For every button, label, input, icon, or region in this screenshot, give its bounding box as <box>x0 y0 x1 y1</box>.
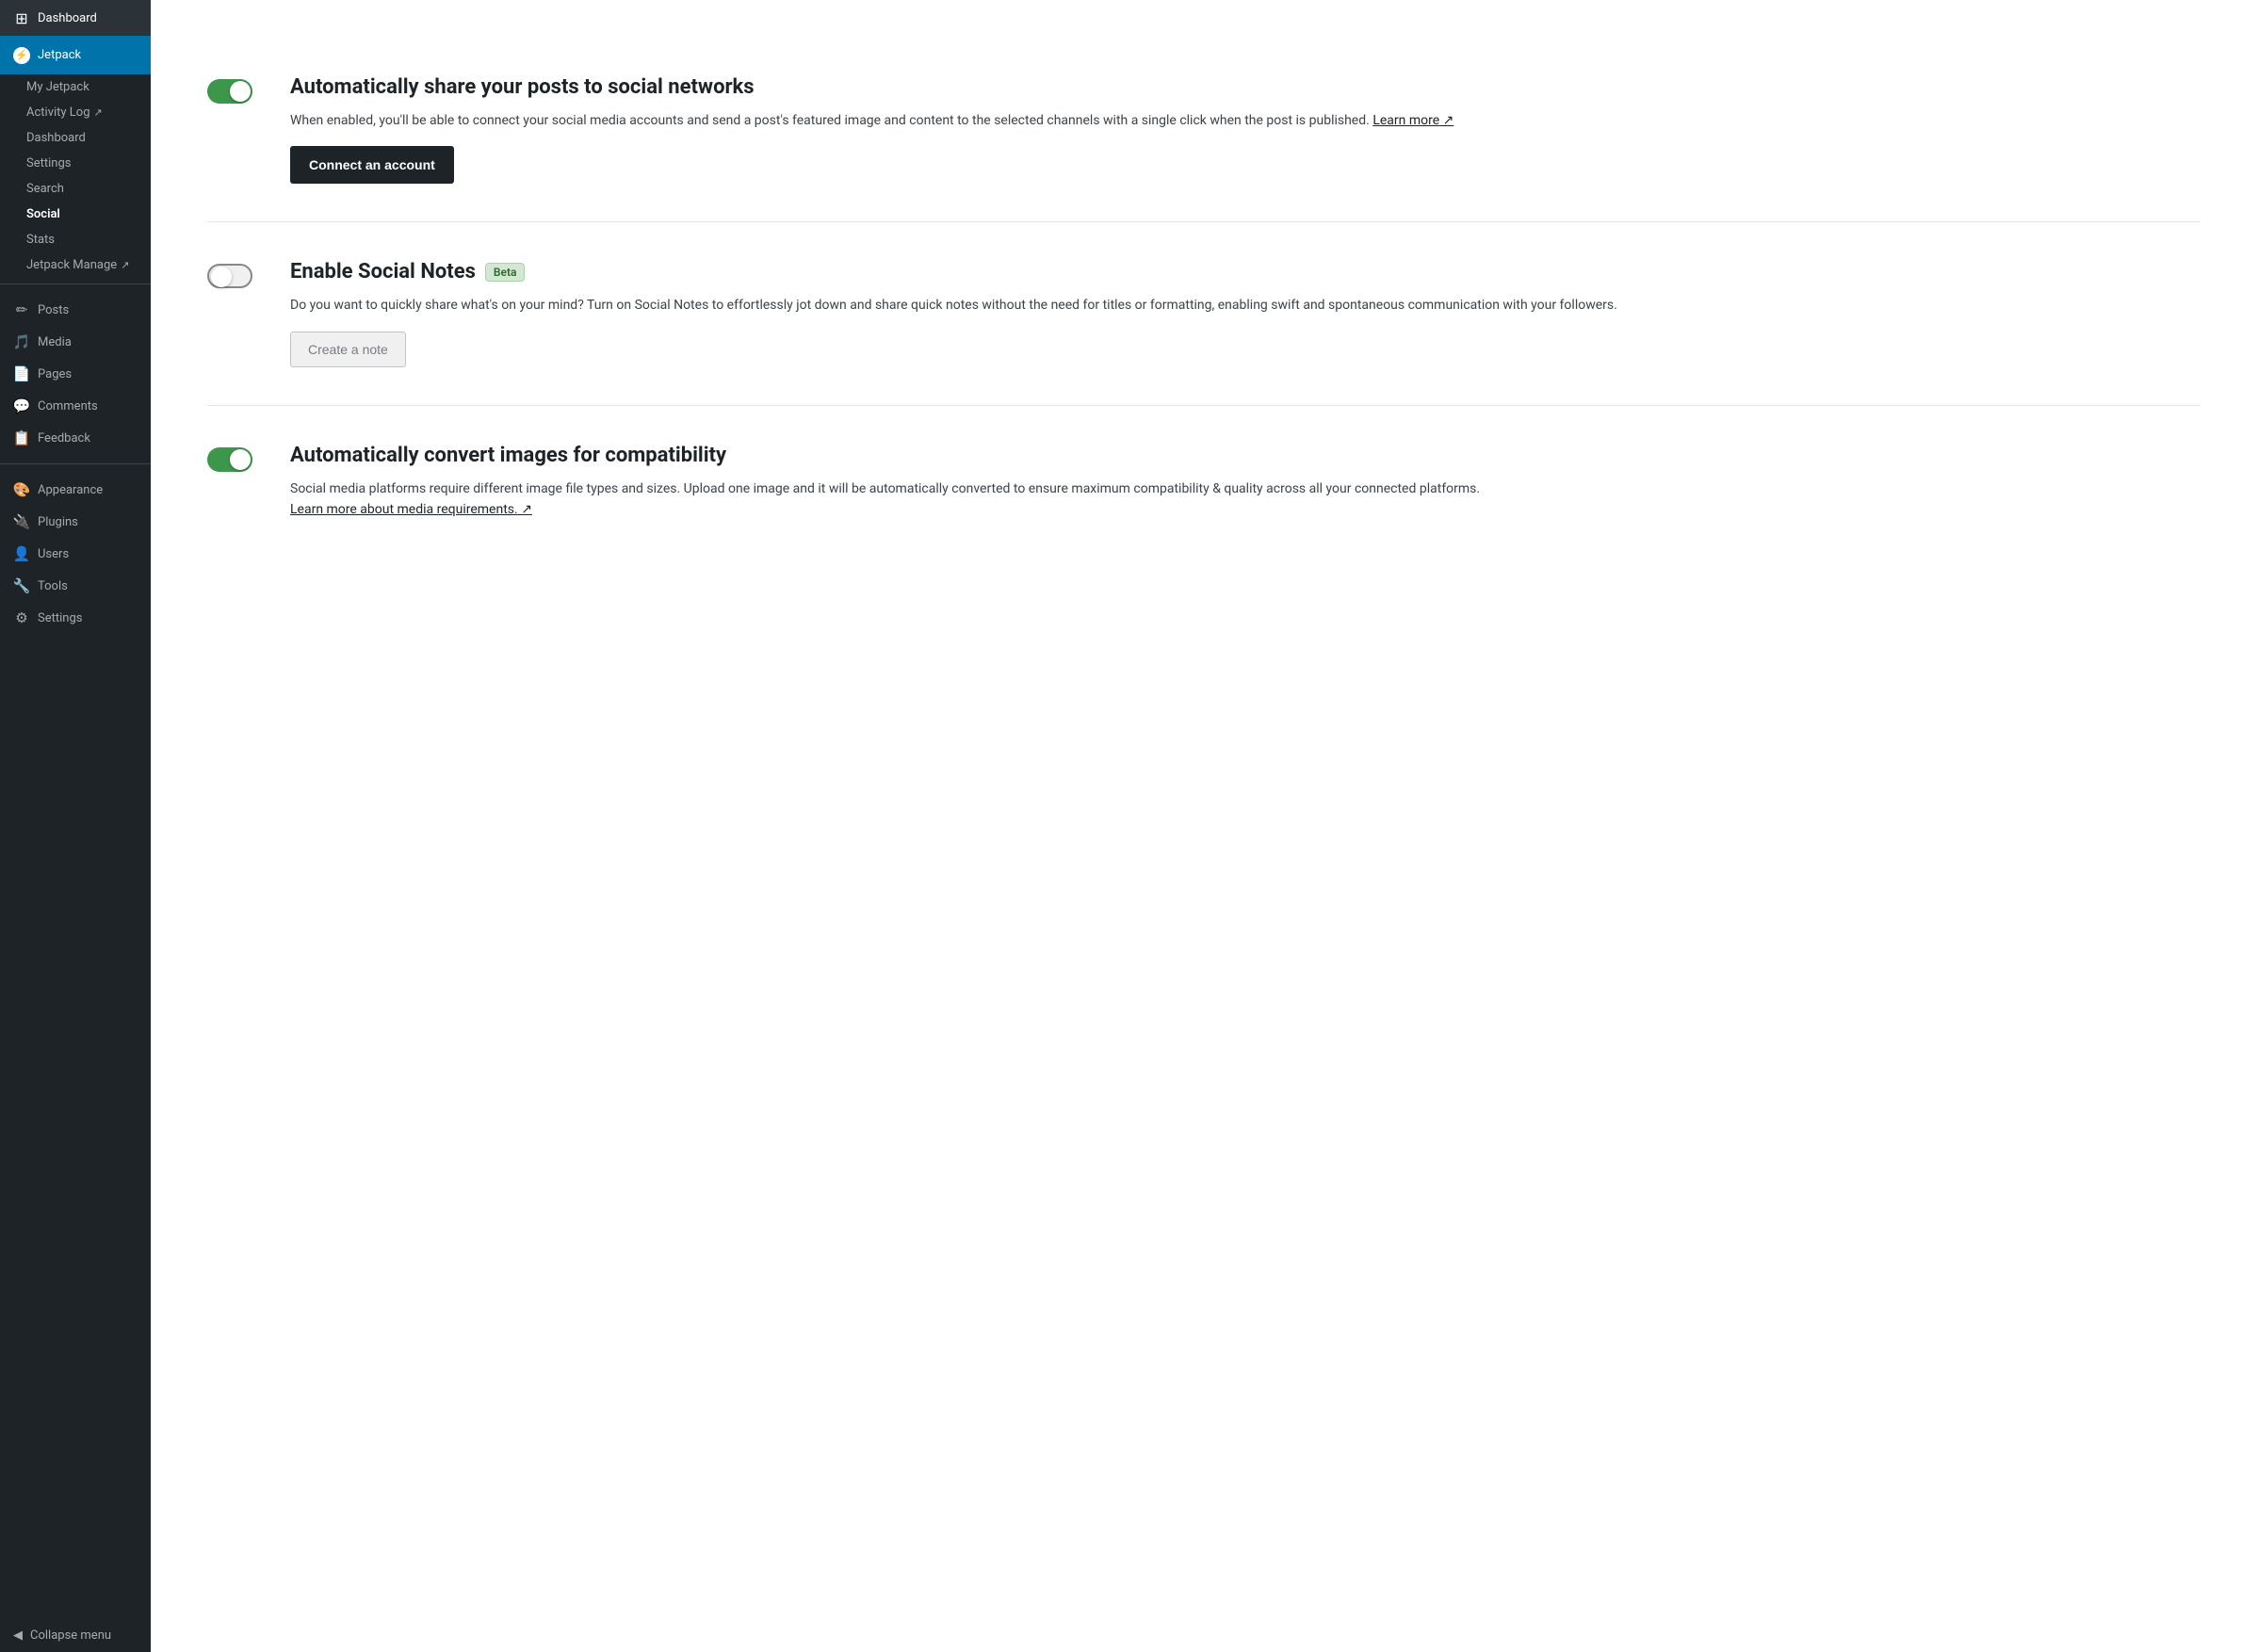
auto-share-toggle-knob <box>230 81 251 102</box>
plugins-icon: 🔌 <box>13 513 30 530</box>
sidebar-main-section: ✏ Posts 🎵 Media 📄 Pages 💬 Comments 📋 Fee… <box>0 290 151 458</box>
settings-label: Settings <box>26 156 71 170</box>
feedback-icon: 📋 <box>13 429 30 446</box>
sidebar-item-activity-log[interactable]: Activity Log ↗ <box>0 100 151 125</box>
social-label: Social <box>26 207 60 221</box>
sidebar-divider-2 <box>0 463 151 464</box>
sidebar-item-media[interactable]: 🎵 Media <box>0 326 151 358</box>
appearance-label: Appearance <box>38 483 103 497</box>
sidebar-item-dashboard[interactable]: ⊞ Dashboard <box>0 0 151 36</box>
social-notes-content: Enable Social Notes Beta Do you want to … <box>290 260 2200 366</box>
posts-icon: ✏ <box>13 301 30 318</box>
sidebar-admin-section: 🎨 Appearance 🔌 Plugins 👤 Users 🔧 Tools ⚙… <box>0 470 151 638</box>
feedback-label: Feedback <box>38 431 90 445</box>
sidebar-jetpack-label: Jetpack <box>38 48 81 62</box>
social-notes-desc: Do you want to quickly share what's on y… <box>290 295 2200 316</box>
sidebar-item-social[interactable]: Social <box>0 202 151 227</box>
sidebar-item-feedback[interactable]: 📋 Feedback <box>0 422 151 454</box>
pages-label: Pages <box>38 367 72 381</box>
auto-share-toggle-col <box>207 75 252 107</box>
sidebar-dashboard-label: Dashboard <box>38 11 97 25</box>
media-icon: 🎵 <box>13 333 30 350</box>
sidebar-item-plugins[interactable]: 🔌 Plugins <box>0 506 151 538</box>
social-notes-toggle-knob <box>211 267 232 287</box>
users-label: Users <box>38 547 69 561</box>
sidebar-item-pages[interactable]: 📄 Pages <box>0 358 151 390</box>
settings-icon: ⚙ <box>13 609 30 626</box>
auto-convert-desc: Social media platforms require different… <box>290 478 2200 521</box>
sidebar-item-users[interactable]: 👤 Users <box>0 538 151 570</box>
social-notes-toggle-col <box>207 260 252 292</box>
create-note-button[interactable]: Create a note <box>290 332 406 367</box>
pages-icon: 📄 <box>13 365 30 382</box>
sidebar-item-stats[interactable]: Stats <box>0 227 151 252</box>
sidebar: ⊞ Dashboard ⚡ Jetpack › My Jetpack Activ… <box>0 0 151 1652</box>
sidebar-item-posts[interactable]: ✏ Posts <box>0 294 151 326</box>
feature-auto-convert: Automatically convert images for compati… <box>207 406 2200 574</box>
tools-icon: 🔧 <box>13 577 30 594</box>
auto-share-toggle[interactable] <box>207 79 252 104</box>
sidebar-item-dashboard[interactable]: Dashboard <box>0 125 151 151</box>
dashboard-sub-label: Dashboard <box>26 131 86 145</box>
comments-label: Comments <box>38 399 98 413</box>
sidebar-item-jetpack[interactable]: ⚡ Jetpack › <box>0 36 151 74</box>
auto-convert-learn-more-link[interactable]: Learn more about media requirements. ↗ <box>290 502 532 517</box>
external-link-icon-manage: ↗ <box>121 259 129 271</box>
social-notes-toggle[interactable] <box>207 264 252 288</box>
external-link-icon: ↗ <box>94 106 103 119</box>
auto-convert-toggle-col <box>207 444 252 476</box>
appearance-icon: 🎨 <box>13 481 30 498</box>
collapse-menu-button[interactable]: ◀ Collapse menu <box>0 1619 151 1652</box>
sidebar-item-jetpack-manage[interactable]: Jetpack Manage ↗ <box>0 252 151 278</box>
search-label: Search <box>26 182 64 196</box>
dashboard-icon: ⊞ <box>13 9 30 26</box>
sidebar-item-settings[interactable]: Settings <box>0 151 151 176</box>
beta-badge: Beta <box>485 263 526 282</box>
feature-auto-share: Automatically share your posts to social… <box>207 38 2200 222</box>
settings-main-label: Settings <box>38 611 82 625</box>
auto-share-learn-more-link[interactable]: Learn more ↗ <box>1372 113 1453 128</box>
feature-social-notes: Enable Social Notes Beta Do you want to … <box>207 222 2200 405</box>
auto-convert-content: Automatically convert images for compati… <box>290 444 2200 536</box>
collapse-icon: ◀ <box>13 1628 23 1643</box>
jetpack-icon: ⚡ <box>13 47 30 64</box>
sidebar-item-appearance[interactable]: 🎨 Appearance <box>0 474 151 506</box>
social-notes-title: Enable Social Notes Beta <box>290 260 2200 283</box>
activity-log-label: Activity Log <box>26 105 90 120</box>
sidebar-divider <box>0 283 151 284</box>
connect-account-button[interactable]: Connect an account <box>290 146 454 184</box>
auto-share-title: Automatically share your posts to social… <box>290 75 2200 99</box>
tools-label: Tools <box>38 579 68 593</box>
comments-icon: 💬 <box>13 397 30 414</box>
sidebar-item-settings-main[interactable]: ⚙ Settings <box>0 602 151 634</box>
my-jetpack-label: My Jetpack <box>26 80 89 94</box>
auto-share-desc: When enabled, you'll be able to connect … <box>290 110 2200 131</box>
auto-share-content: Automatically share your posts to social… <box>290 75 2200 184</box>
auto-convert-toggle-knob <box>230 449 251 470</box>
media-label: Media <box>38 335 72 349</box>
sidebar-item-tools[interactable]: 🔧 Tools <box>0 570 151 602</box>
jetpack-manage-label: Jetpack Manage <box>26 258 117 272</box>
chevron-right-icon: › <box>133 45 138 65</box>
main-content: Automatically share your posts to social… <box>151 0 2257 1652</box>
sidebar-item-search[interactable]: Search <box>0 176 151 202</box>
plugins-label: Plugins <box>38 515 78 529</box>
sidebar-item-comments[interactable]: 💬 Comments <box>0 390 151 422</box>
auto-convert-toggle[interactable] <box>207 447 252 472</box>
jetpack-submenu: My Jetpack Activity Log ↗ Dashboard Sett… <box>0 74 151 278</box>
auto-convert-title: Automatically convert images for compati… <box>290 444 2200 467</box>
users-icon: 👤 <box>13 545 30 562</box>
collapse-label: Collapse menu <box>30 1628 111 1643</box>
sidebar-item-my-jetpack[interactable]: My Jetpack <box>0 74 151 100</box>
posts-label: Posts <box>38 303 69 317</box>
stats-label: Stats <box>26 233 55 247</box>
